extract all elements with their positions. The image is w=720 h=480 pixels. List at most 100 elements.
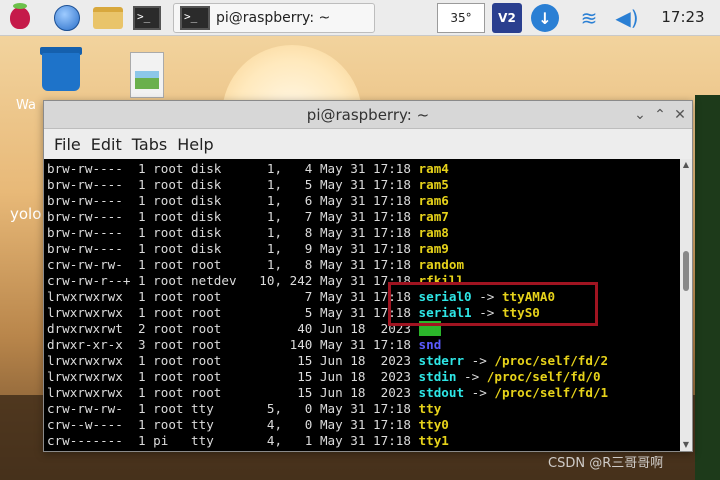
terminal-line: crw-rw-rw- 1 root tty 5, 0 May 31 17:18 …: [47, 401, 680, 417]
terminal-line: brw-rw---- 1 root disk 1, 7 May 31 17:18…: [47, 209, 680, 225]
file-name: stdout: [418, 385, 465, 400]
file-name: ram7: [418, 209, 449, 224]
terminal-line: drwxrwxrwt 2 root root 40 Jun 18 2023 sh…: [47, 321, 680, 337]
line-attributes: lrwxrwxrwx 1 root root 15 Jun 18 2023: [47, 353, 419, 368]
terminal-line: lrwxrwxrwx 1 root root 5 May 31 17:18 se…: [47, 305, 680, 321]
terminal-line: brw-rw---- 1 root disk 1, 5 May 31 17:18…: [47, 177, 680, 193]
file-name: ram6: [418, 193, 449, 208]
trash-desktop-label: Wa: [16, 98, 36, 113]
vnc-server-icon[interactable]: V2: [492, 3, 522, 33]
line-attributes: crw-rw-rw- 1 root tty 5, 0 May 31 17:18: [47, 401, 419, 416]
line-attributes: drwxrwxrwt 2 root root 40 Jun 18 2023: [47, 321, 419, 336]
file-name: stdin: [418, 369, 457, 384]
window-title: pi@raspberry: ~: [306, 106, 430, 124]
line-attributes: brw-rw---- 1 root disk 1, 5 May 31 17:18: [47, 177, 419, 192]
line-attributes: brw-rw---- 1 root disk 1, 6 May 31 17:18: [47, 193, 419, 208]
file-name: serial1: [418, 305, 472, 320]
taskbar-terminal-task-button[interactable]: >_ pi@raspberry: ~: [173, 3, 375, 33]
terminal-line: crw--w---- 1 root tty 4, 0 May 31 17:18 …: [47, 417, 680, 433]
watermark: CSDN @R三哥哥啊: [548, 456, 664, 471]
browser-icon[interactable]: [52, 3, 82, 33]
terminal-line: lrwxrwxrwx 1 root root 15 Jun 18 2023 st…: [47, 353, 680, 369]
file-manager-icon[interactable]: [91, 3, 125, 33]
menu-help[interactable]: Help: [175, 135, 221, 154]
line-attributes: crw--w---- 1 root tty 4, 0 May 31 17:18: [47, 417, 419, 432]
line-attributes: brw-rw---- 1 root disk 1, 8 May 31 17:18: [47, 225, 419, 240]
scroll-thumb[interactable]: [683, 251, 689, 291]
scroll-down-icon[interactable]: ▼: [680, 439, 692, 451]
wallpaper-palm: [695, 95, 720, 480]
line-attributes: crw------- 1 pi tty 4, 1 May 31 17:18: [47, 433, 419, 448]
terminal-line: lrwxrwxrwx 1 root root 15 Jun 18 2023 st…: [47, 385, 680, 401]
symlink-target: /proc/self/fd/2: [494, 353, 609, 368]
line-attributes: lrwxrwxrwx 1 root root 15 Jun 18 2023: [47, 369, 419, 384]
line-attributes: brw-rw---- 1 root disk 1, 4 May 31 17:18: [47, 161, 419, 176]
symlink-arrow: ->: [464, 385, 495, 400]
menu-edit[interactable]: Edit: [89, 135, 130, 154]
clock[interactable]: 17:23: [653, 8, 713, 26]
symlink-arrow: ->: [456, 369, 487, 384]
menu-tabs[interactable]: Tabs: [130, 135, 175, 154]
file-name: snd: [418, 337, 442, 352]
line-attributes: crw-rw-r--+ 1 root netdev 10, 242 May 31…: [47, 273, 419, 288]
terminal-icon: >_: [180, 6, 210, 30]
terminal-line: lrwxrwxrwx 1 root root 15 Jun 18 2023 st…: [47, 369, 680, 385]
symlink-arrow: ->: [471, 289, 502, 304]
symlink-target: /proc/self/fd/0: [486, 369, 601, 384]
file-name: random: [418, 257, 465, 272]
yolo-desktop-label: yolo: [10, 205, 42, 223]
file-name: ram8: [418, 225, 449, 240]
file-name: ram5: [418, 177, 449, 192]
line-attributes: lrwxrwxrwx 1 root root 7 May 31 17:18: [47, 289, 419, 304]
file-name: tty1: [418, 433, 449, 448]
menu-file[interactable]: File: [52, 135, 89, 154]
file-name: tty0: [418, 417, 449, 432]
symlink-target: ttyAMA0: [501, 289, 556, 304]
menubar: File Edit Tabs Help: [44, 129, 692, 159]
line-attributes: brw-rw---- 1 root disk 1, 7 May 31 17:18: [47, 209, 419, 224]
terminal-scrollbar[interactable]: ▲ ▼: [680, 159, 692, 451]
terminal-line: crw-rw-rw- 1 root root 1, 8 May 31 17:18…: [47, 257, 680, 273]
symlink-arrow: ->: [471, 305, 502, 320]
taskbar: >_ >_ pi@raspberry: ~ 35° V2 ↓ ≋ ◀) 17:2…: [0, 0, 720, 36]
terminal-line: crw-rw-r--+ 1 root netdev 10, 242 May 31…: [47, 273, 680, 289]
maximize-button[interactable]: ⌃: [651, 106, 669, 124]
cpu-temperature-widget[interactable]: 35°: [437, 3, 485, 33]
volume-icon[interactable]: ◀): [613, 5, 641, 31]
wifi-icon[interactable]: ≋: [575, 5, 603, 31]
minimize-button[interactable]: ⌄: [631, 106, 649, 124]
terminal-window: pi@raspberry: ~ ⌄ ⌃ ✕ File Edit Tabs Hel…: [43, 100, 693, 452]
file-name: serial0: [418, 289, 472, 304]
symlink-target: ttyS0: [501, 305, 540, 320]
download-updates-icon[interactable]: ↓: [531, 4, 559, 32]
line-attributes: crw-rw-rw- 1 root root 1, 8 May 31 17:18: [47, 257, 419, 272]
file-name: stderr: [418, 353, 465, 368]
raspberry-menu-icon[interactable]: [6, 3, 34, 33]
terminal-line: brw-rw---- 1 root disk 1, 9 May 31 17:18…: [47, 241, 680, 257]
file-name: shm: [418, 321, 442, 336]
terminal-line: brw-rw---- 1 root disk 1, 4 May 31 17:18…: [47, 161, 680, 177]
symlink-target: /proc/self/fd/1: [494, 385, 609, 400]
trash-desktop-icon[interactable]: [40, 47, 82, 93]
file-name: tty: [418, 401, 442, 416]
terminal-line: lrwxrwxrwx 1 root root 7 May 31 17:18 se…: [47, 289, 680, 305]
line-attributes: brw-rw---- 1 root disk 1, 9 May 31 17:18: [47, 241, 419, 256]
line-attributes: lrwxrwxrwx 1 root root 15 Jun 18 2023: [47, 385, 419, 400]
terminal-line: brw-rw---- 1 root disk 1, 6 May 31 17:18…: [47, 193, 680, 209]
file-name: ram9: [418, 241, 449, 256]
line-attributes: lrwxrwxrwx 1 root root 5 May 31 17:18: [47, 305, 419, 320]
terminal-launcher-icon[interactable]: >_: [130, 3, 164, 33]
terminal-line: drwxr-xr-x 3 root root 140 May 31 17:18 …: [47, 337, 680, 353]
terminal-line: brw-rw---- 1 root disk 1, 8 May 31 17:18…: [47, 225, 680, 241]
trash-icon: [42, 53, 80, 91]
file-name: ram4: [418, 161, 449, 176]
terminal-output[interactable]: brw-rw---- 1 root disk 1, 4 May 31 17:18…: [44, 159, 680, 451]
image-file-desktop-icon[interactable]: [130, 52, 164, 98]
file-name: rfkill: [418, 273, 465, 288]
scroll-up-icon[interactable]: ▲: [680, 159, 692, 171]
close-button[interactable]: ✕: [671, 106, 689, 124]
window-titlebar[interactable]: pi@raspberry: ~ ⌄ ⌃ ✕: [44, 101, 692, 129]
symlink-arrow: ->: [464, 353, 495, 368]
line-attributes: drwxr-xr-x 3 root root 140 May 31 17:18: [47, 337, 419, 352]
task-button-label: pi@raspberry: ~: [216, 10, 331, 26]
